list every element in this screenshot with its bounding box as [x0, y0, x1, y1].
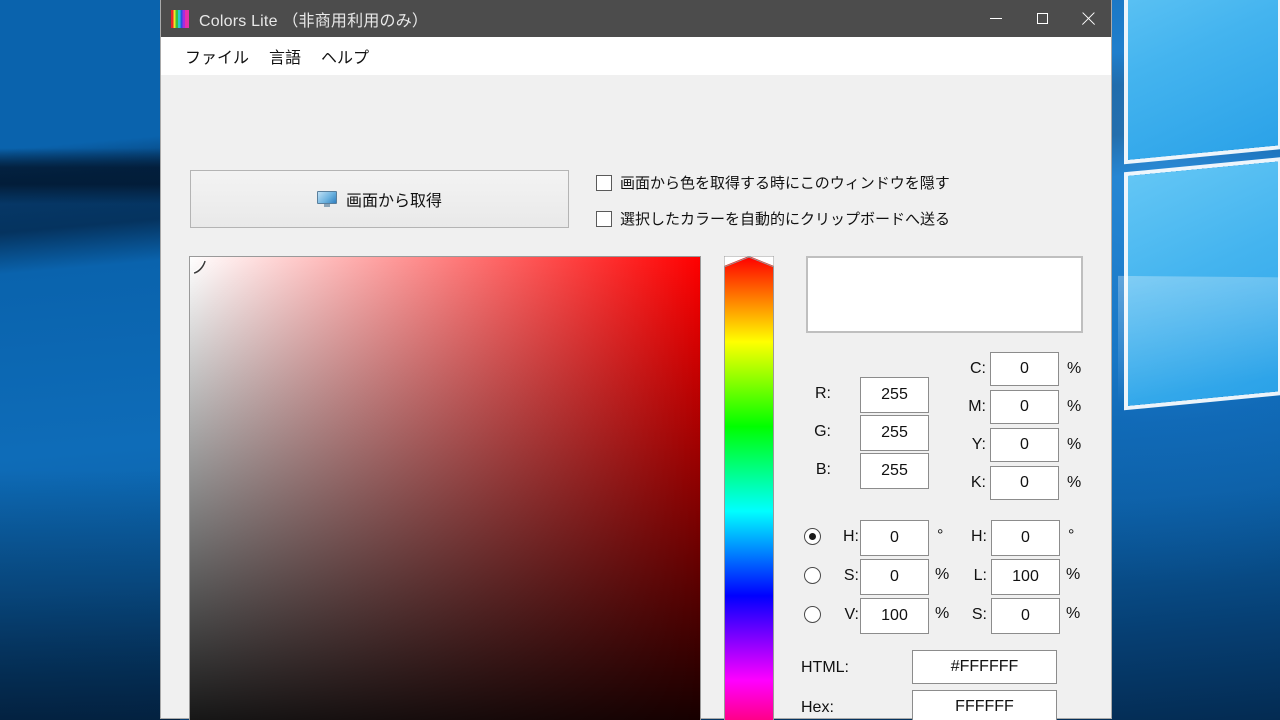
rainbow-bars-icon — [171, 9, 189, 28]
label-k: K: — [970, 474, 986, 491]
minimize-icon — [990, 18, 1002, 19]
field-hls-s[interactable]: 0 — [991, 598, 1060, 634]
radio-hsv-v[interactable] — [804, 606, 821, 623]
label-hex: Hex: — [801, 699, 834, 716]
color-preview-swatch — [806, 256, 1083, 333]
label-g: G: — [814, 423, 831, 440]
colors-lite-window: Colors Lite （非商用利用のみ） ファイル 言語 ヘルプ 画面から取得… — [160, 0, 1112, 720]
menu-file[interactable]: ファイル — [175, 40, 259, 72]
monitor-icon — [316, 191, 337, 207]
field-g[interactable]: 255 — [860, 415, 929, 451]
label-hls-s: S: — [971, 606, 987, 623]
minimize-button[interactable] — [973, 0, 1019, 37]
field-hsv-v[interactable]: 100 — [860, 598, 929, 634]
menu-bar: ファイル 言語 ヘルプ — [161, 37, 1111, 75]
desktop-background: Colors Lite （非商用利用のみ） ファイル 言語 ヘルプ 画面から取得… — [0, 0, 1280, 720]
title-bar[interactable]: Colors Lite （非商用利用のみ） — [161, 0, 1111, 37]
close-icon — [1081, 12, 1095, 26]
field-b[interactable]: 255 — [860, 453, 929, 489]
unit-hsv-v: % — [935, 605, 950, 622]
label-b: B: — [815, 461, 831, 478]
radio-hsv-s[interactable] — [804, 567, 821, 584]
hide-window-checkbox[interactable] — [596, 174, 612, 191]
field-y[interactable]: 0 — [990, 428, 1059, 462]
logo-sheen — [1118, 275, 1280, 430]
field-html[interactable]: #FFFFFF — [912, 650, 1057, 684]
field-c[interactable]: 0 — [990, 352, 1059, 386]
menu-language[interactable]: 言語 — [259, 40, 311, 72]
capture-button-label: 画面から取得 — [345, 193, 442, 210]
label-r: R: — [815, 385, 831, 402]
unit-hsv-s: % — [935, 566, 950, 583]
unit-hsv-h: ° — [937, 527, 944, 544]
maximize-button[interactable] — [1019, 0, 1065, 37]
label-html: HTML: — [801, 659, 849, 676]
label-hls-h: H: — [971, 528, 987, 545]
hide-window-checkbox-row[interactable]: 画面から色を取得する時にこのウィンドウを隠す — [596, 172, 950, 193]
auto-clipboard-label: 選択したカラーを自動的にクリップボードへ送る — [620, 211, 951, 228]
unit-hls-h: ° — [1068, 527, 1075, 544]
field-k[interactable]: 0 — [990, 466, 1059, 500]
logo-pane-1 — [1128, 0, 1278, 160]
field-hls-l[interactable]: 100 — [991, 559, 1060, 595]
label-hsv-h: H: — [843, 528, 859, 545]
label-m: M: — [968, 398, 986, 415]
window-title: Colors Lite （非商用利用のみ） — [199, 12, 429, 30]
saturation-value-square[interactable] — [189, 256, 701, 720]
field-hsv-s[interactable]: 0 — [860, 559, 929, 595]
wallpaper-shadow-band-lower — [0, 470, 180, 720]
unit-hls-l: % — [1066, 566, 1081, 583]
field-r[interactable]: 255 — [860, 377, 929, 413]
field-m[interactable]: 0 — [990, 390, 1059, 424]
maximize-icon — [1036, 13, 1048, 24]
menu-help[interactable]: ヘルプ — [311, 40, 379, 72]
window-controls — [973, 0, 1111, 37]
capture-from-screen-button[interactable]: 画面から取得 — [190, 170, 569, 228]
unit-y: % — [1067, 436, 1082, 453]
field-hls-h[interactable]: 0 — [991, 520, 1060, 556]
close-button[interactable] — [1065, 0, 1111, 37]
label-hls-l: L: — [973, 567, 987, 584]
label-hsv-v: V: — [844, 606, 859, 623]
client-area: 画面から取得 画面から色を取得する時にこのウィンドウを隠す 選択したカラーを自動… — [161, 75, 1111, 720]
auto-clipboard-checkbox-row[interactable]: 選択したカラーを自動的にクリップボードへ送る — [596, 208, 950, 229]
auto-clipboard-checkbox[interactable] — [596, 210, 612, 227]
hue-slider[interactable] — [724, 256, 774, 720]
unit-m: % — [1067, 398, 1082, 415]
windows-logo-wallpaper — [1118, 0, 1280, 434]
field-hsv-h[interactable]: 0 — [860, 520, 929, 556]
label-hsv-s: S: — [843, 567, 859, 584]
label-y: Y: — [971, 436, 986, 453]
unit-k: % — [1067, 474, 1082, 491]
hide-window-label: 画面から色を取得する時にこのウィンドウを隠す — [620, 175, 950, 192]
unit-hls-s: % — [1066, 605, 1081, 622]
unit-c: % — [1067, 360, 1082, 377]
sv-cursor-icon — [192, 259, 208, 275]
label-c: C: — [970, 360, 986, 377]
field-hex[interactable]: FFFFFF — [912, 690, 1057, 720]
radio-hsv-h[interactable] — [804, 528, 821, 545]
